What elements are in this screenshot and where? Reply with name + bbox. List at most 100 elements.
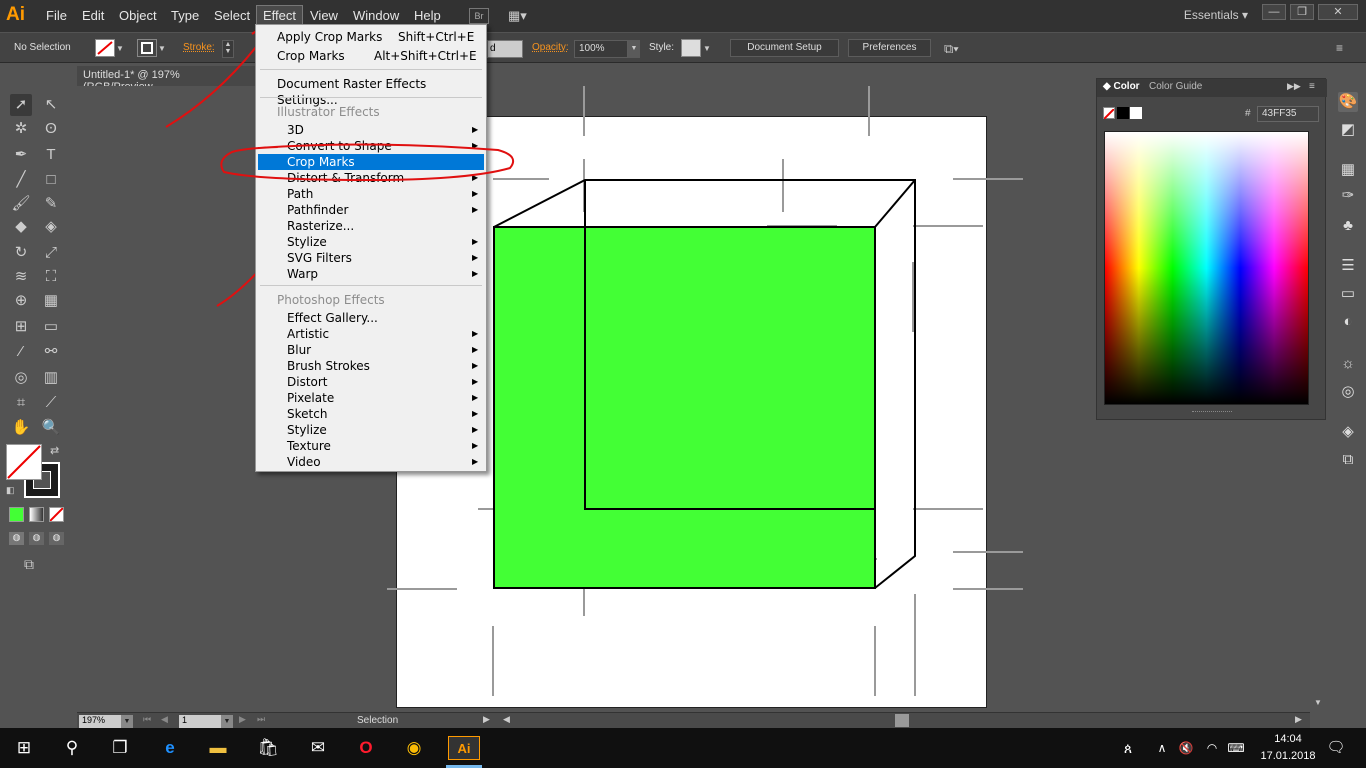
column-graph-tool-icon[interactable]: ▥ xyxy=(40,367,62,389)
artboards-icon[interactable]: ⧉ xyxy=(1338,450,1358,470)
task-view-icon[interactable]: ❐ xyxy=(108,736,132,760)
opera-icon[interactable]: O xyxy=(354,736,378,760)
collapse-icon[interactable]: ▶▶ xyxy=(1287,81,1301,92)
chrome-icon[interactable]: ◉ xyxy=(402,736,426,760)
style-swatch[interactable] xyxy=(681,39,701,57)
arrange-icon[interactable]: ⧉▾ xyxy=(944,41,959,57)
symbol-sprayer-tool-icon[interactable]: ◎ xyxy=(10,367,32,389)
status-menu-icon[interactable]: ▶ xyxy=(483,714,490,725)
scroll-down-icon[interactable]: ▼ xyxy=(1314,698,1322,707)
opacity-input[interactable]: 100% xyxy=(574,40,628,58)
fill-dropdown-icon[interactable]: ▼ xyxy=(116,44,124,53)
eyedropper-tool-icon[interactable]: ⁄ xyxy=(10,341,32,363)
panel-options-icon[interactable]: ≡ xyxy=(1309,81,1315,92)
lasso-tool-icon[interactable]: ʘ xyxy=(40,118,62,140)
document-setup-button[interactable]: Document Setup xyxy=(730,39,839,57)
color-panel-icon[interactable]: 🎨 xyxy=(1338,92,1358,112)
menu-item-photoshop-5[interactable]: Pixelate ▶ xyxy=(256,390,486,406)
opacity-label[interactable]: Opacity: xyxy=(532,42,569,53)
menu-item-photoshop-4[interactable]: Distort ▶ xyxy=(256,374,486,390)
gradient-icon[interactable]: ▭ xyxy=(1338,284,1358,304)
menu-item-raster-settings[interactable]: Document Raster Effects Settings... xyxy=(256,76,486,107)
menu-view[interactable]: View xyxy=(310,8,338,23)
wifi-icon[interactable]: ◠ xyxy=(1200,736,1224,760)
menu-item-illustrator-8[interactable]: SVG Filters ▶ xyxy=(256,250,486,266)
volume-icon[interactable]: 🔇 xyxy=(1174,736,1198,760)
warp-tool-icon[interactable]: ≋ xyxy=(10,266,32,288)
swatches-icon[interactable]: ▦ xyxy=(1338,160,1358,180)
rectangle-tool-icon[interactable]: □ xyxy=(40,169,62,191)
brush-dropdown[interactable]: d xyxy=(487,40,523,58)
fill-swatch[interactable] xyxy=(95,39,115,57)
first-artboard-icon[interactable]: ⏮ xyxy=(143,714,151,725)
tab-color-guide[interactable]: Color Guide xyxy=(1149,81,1202,92)
white-swatch[interactable] xyxy=(1130,107,1142,119)
horizontal-scroll-thumb[interactable] xyxy=(895,714,909,727)
draw-normal-icon[interactable]: ◍ xyxy=(9,532,24,545)
hex-input[interactable]: 43FF35 xyxy=(1257,106,1319,122)
menu-help[interactable]: Help xyxy=(414,8,441,23)
none-mode-button[interactable] xyxy=(49,507,64,522)
people-icon[interactable]: ጰ xyxy=(1116,736,1140,760)
symbols-icon[interactable]: ♣ xyxy=(1338,216,1358,236)
restore-button[interactable]: ❐ xyxy=(1290,4,1314,20)
edge-icon[interactable]: e xyxy=(158,736,182,760)
appearance-icon[interactable]: ☼ xyxy=(1338,354,1358,374)
screen-mode-icon[interactable]: ⧉ xyxy=(24,556,34,573)
menu-item-photoshop-8[interactable]: Texture ▶ xyxy=(256,438,486,454)
tray-up-icon[interactable]: ∧ xyxy=(1150,736,1174,760)
scroll-left-icon[interactable]: ◀ xyxy=(503,714,510,725)
menu-object[interactable]: Object xyxy=(119,8,157,23)
menu-item-photoshop-6[interactable]: Sketch ▶ xyxy=(256,406,486,422)
front-face[interactable] xyxy=(494,227,875,588)
menu-item-illustrator-9[interactable]: Warp ▶ xyxy=(256,266,486,282)
pencil-tool-icon[interactable]: ✎ xyxy=(40,193,62,215)
eraser-tool-icon[interactable]: ◈ xyxy=(40,216,62,238)
magic-wand-tool-icon[interactable]: ✲ xyxy=(10,118,32,140)
stroke-swatch[interactable] xyxy=(137,39,157,57)
clock-time[interactable]: 14:04 xyxy=(1258,733,1318,745)
blend-tool-icon[interactable]: ⚯ xyxy=(40,341,62,363)
style-dropdown-icon[interactable]: ▼ xyxy=(703,44,711,53)
file-explorer-icon[interactable]: ▬ xyxy=(206,736,230,760)
line-tool-icon[interactable]: ╱ xyxy=(10,169,32,191)
menu-item-photoshop-2[interactable]: Blur ▶ xyxy=(256,342,486,358)
color-mode-button[interactable] xyxy=(9,507,24,522)
menu-item-apply-crop-marks[interactable]: Apply Crop Marks Shift+Ctrl+E xyxy=(256,29,486,45)
search-icon[interactable]: ⚲ xyxy=(60,736,84,760)
draw-behind-icon[interactable]: ◍ xyxy=(29,532,44,545)
zoom-tool-icon[interactable]: 🔍 xyxy=(40,417,62,439)
transparency-icon[interactable]: ◐ xyxy=(1338,312,1358,332)
color-spectrum[interactable] xyxy=(1104,131,1309,405)
artboard-chevron-icon[interactable]: ▼ xyxy=(221,715,233,728)
selection-tool-icon[interactable]: ➚ xyxy=(10,94,32,116)
artboard-tool-icon[interactable]: ⌗ xyxy=(10,392,32,414)
swap-fill-stroke-icon[interactable]: ⇄ xyxy=(50,444,59,457)
prev-artboard-icon[interactable]: ◀ xyxy=(161,714,168,725)
type-tool-icon[interactable]: T xyxy=(40,144,62,166)
artboard-number-field[interactable]: 1 xyxy=(179,715,221,728)
menu-item-illustrator-5[interactable]: Pathfinder ▶ xyxy=(256,202,486,218)
menu-item-illustrator-6[interactable]: Rasterize... xyxy=(256,218,486,234)
scale-tool-icon[interactable]: ⤢ xyxy=(40,242,62,264)
pen-tool-icon[interactable]: ✒ xyxy=(10,144,32,166)
graphic-styles-icon[interactable]: ◎ xyxy=(1338,382,1358,402)
menu-item-photoshop-9[interactable]: Video ▶ xyxy=(256,454,486,470)
draw-inside-icon[interactable]: ◍ xyxy=(49,532,64,545)
menu-item-crop-marks-last[interactable]: Crop Marks Alt+Shift+Ctrl+E xyxy=(256,48,486,64)
blob-brush-tool-icon[interactable]: ◆ xyxy=(10,216,32,238)
menu-edit[interactable]: Edit xyxy=(82,8,104,23)
resize-handle[interactable] xyxy=(1192,411,1232,413)
layers-icon[interactable]: ◈ xyxy=(1338,422,1358,442)
free-transform-tool-icon[interactable]: ⛶ xyxy=(40,266,62,288)
minimize-button[interactable]: — xyxy=(1262,4,1286,20)
shape-builder-tool-icon[interactable]: ⊕ xyxy=(10,290,32,312)
arrange-documents-icon[interactable]: ▦▾ xyxy=(508,8,536,24)
menu-item-photoshop-0[interactable]: Effect Gallery... xyxy=(256,310,486,326)
menu-item-photoshop-3[interactable]: Brush Strokes ▶ xyxy=(256,358,486,374)
brushes-icon[interactable]: ✑ xyxy=(1338,186,1358,206)
paintbrush-tool-icon[interactable]: 🖌 xyxy=(10,193,32,215)
last-artboard-icon[interactable]: ⏭ xyxy=(257,714,265,725)
menu-item-photoshop-7[interactable]: Stylize ▶ xyxy=(256,422,486,438)
notifications-icon[interactable]: 🗨 xyxy=(1324,736,1348,760)
